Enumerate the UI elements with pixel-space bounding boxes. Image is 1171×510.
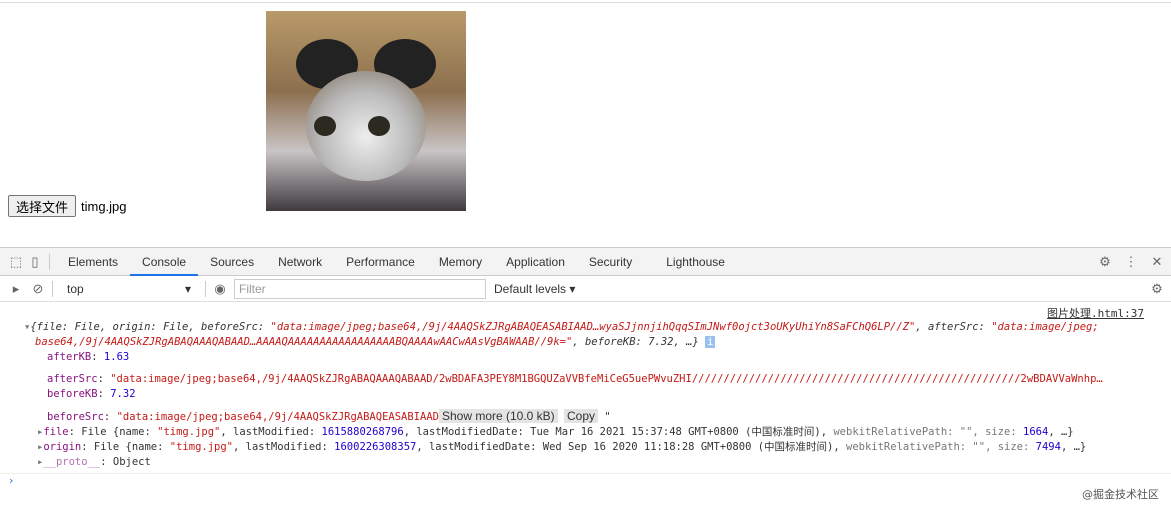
choose-file-button[interactable]: 选择文件	[8, 195, 77, 217]
tab-lighthouse[interactable]: Lighthouse	[654, 248, 737, 276]
close-icon[interactable]: ✕	[1149, 254, 1165, 270]
tab-security[interactable]: Security	[577, 248, 644, 276]
divider	[49, 253, 50, 270]
console-prompt[interactable]: ›	[0, 473, 1171, 491]
divider	[0, 2, 1171, 3]
tab-application[interactable]: Application	[494, 248, 577, 276]
cat-eye	[368, 116, 390, 136]
show-more-button[interactable]: Show more (10.0 kB)	[438, 409, 558, 423]
tab-memory[interactable]: Memory	[427, 248, 494, 276]
log-summary[interactable]: ▾{file: File, origin: File, beforeSrc: "…	[0, 320, 1171, 335]
sidebar-toggle-icon[interactable]: ▸	[8, 281, 24, 297]
source-link[interactable]: 图片处理.html:37	[1047, 306, 1144, 321]
divider	[52, 280, 53, 297]
more-icon[interactable]: ⋮	[1123, 254, 1139, 270]
info-icon: i	[705, 336, 716, 348]
prop-file[interactable]: ▸file: File {name: "timg.jpg", lastModif…	[0, 425, 1171, 440]
prop-afterSrc: afterSrc: "data:image/jpeg;base64,/9j/4A…	[47, 373, 1103, 385]
eye-icon[interactable]: ◉	[212, 281, 228, 297]
filter-input[interactable]: Filter	[234, 278, 486, 299]
prop-afterKB: afterKB: 1.63	[47, 351, 130, 363]
context-select[interactable]: top ▾	[59, 282, 199, 296]
chevron-down-icon: ▾	[184, 281, 191, 296]
watermark: @掘金技术社区	[1082, 488, 1159, 501]
console-settings-icon[interactable]: ⚙	[1149, 281, 1165, 297]
gear-icon[interactable]: ⚙	[1097, 254, 1113, 270]
file-name: timg.jpg	[81, 199, 127, 214]
prop-proto[interactable]: ▸__proto__: Object	[0, 455, 1171, 470]
tab-performance[interactable]: Performance	[334, 248, 427, 276]
device-toggle-icon[interactable]: ▯	[27, 254, 43, 270]
console-output: 图片处理.html:37 ▾{file: File, origin: File,…	[0, 302, 1171, 491]
cat-eye	[314, 116, 336, 136]
tab-elements[interactable]: Elements	[56, 248, 130, 276]
tab-network[interactable]: Network	[266, 248, 334, 276]
levels-dropdown[interactable]: Default levels ▾	[494, 282, 575, 296]
devtools-tabs: ⬚ ▯ Elements Console Sources Network Per…	[0, 248, 1171, 276]
preview-image	[266, 11, 466, 211]
console-toolbar: ▸ ⊘ top ▾ ◉ Filter Default levels ▾ ⚙	[0, 276, 1171, 302]
tab-console[interactable]: Console	[130, 248, 199, 276]
prop-beforeKB: beforeKB: 7.32	[47, 388, 136, 400]
clear-console-icon[interactable]: ⊘	[30, 281, 46, 297]
devtools-panel: ⬚ ▯ Elements Console Sources Network Per…	[0, 247, 1171, 510]
copy-button[interactable]: Copy	[564, 409, 599, 423]
inspect-icon[interactable]: ⬚	[8, 254, 24, 270]
log-summary-cont: base64,/9j/4AAQSkZJRgABAQAAAQABAAD…AAAAQ…	[35, 336, 716, 348]
context-value: top	[67, 281, 84, 296]
prop-beforeSrc: beforeSrc: "data:image/jpeg;base64,/9j/4…	[47, 409, 611, 423]
prop-origin[interactable]: ▸origin: File {name: "timg.jpg", lastMod…	[0, 440, 1171, 455]
tab-sources[interactable]: Sources	[198, 248, 266, 276]
divider	[205, 280, 206, 297]
